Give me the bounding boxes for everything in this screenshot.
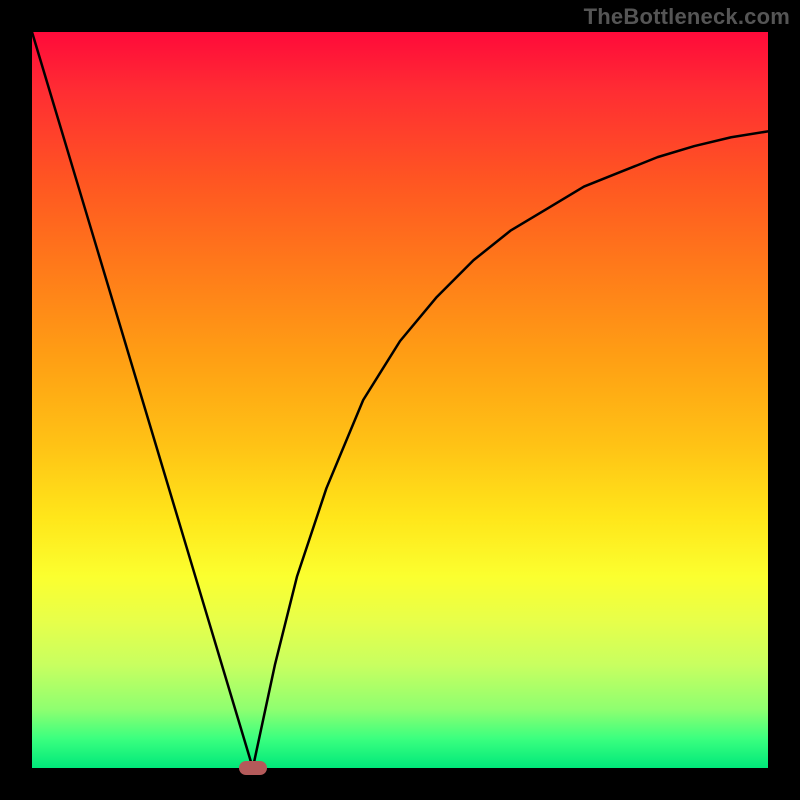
optimal-point-marker	[239, 761, 267, 775]
chart-frame: TheBottleneck.com	[0, 0, 800, 800]
plot-area	[32, 32, 768, 768]
bottleneck-curve	[32, 32, 768, 768]
watermark-text: TheBottleneck.com	[584, 4, 790, 30]
